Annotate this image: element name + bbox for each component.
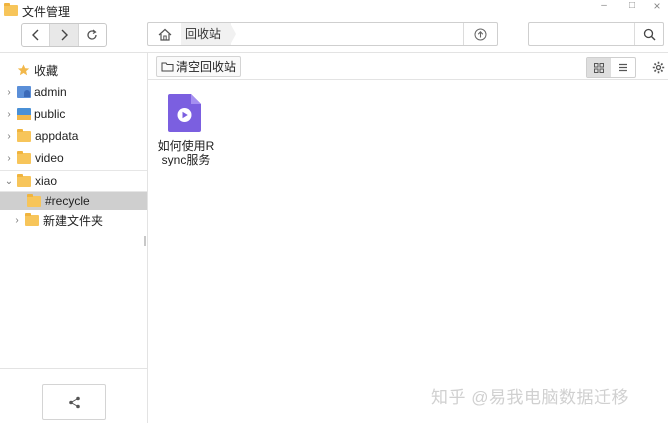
back-button[interactable] bbox=[22, 24, 51, 46]
resize-handle[interactable] bbox=[144, 236, 146, 246]
view-toggle bbox=[586, 57, 636, 78]
list-view-button[interactable] bbox=[611, 58, 635, 77]
chevron-right-icon[interactable]: › bbox=[12, 215, 22, 226]
app-folder-icon bbox=[4, 3, 18, 16]
sidebar-item-recycle[interactable]: #recycle bbox=[0, 192, 147, 210]
refresh-icon bbox=[87, 29, 97, 40]
upload-icon bbox=[474, 28, 487, 40]
user-folder-icon bbox=[17, 86, 31, 98]
navigation-buttons bbox=[21, 23, 107, 47]
sidebar-item-label: #recycle bbox=[45, 194, 90, 208]
sidebar: 收藏 › admin › public › appdata › video ⌄ … bbox=[0, 60, 147, 230]
toolbar-divider bbox=[148, 79, 668, 80]
shared-folder-icon bbox=[17, 108, 31, 120]
home-icon bbox=[158, 28, 171, 41]
sidebar-item-xiao[interactable]: ⌄ xiao bbox=[0, 170, 147, 192]
settings-button[interactable] bbox=[648, 57, 668, 77]
sidebar-item-new-folder[interactable]: › 新建文件夹 bbox=[0, 210, 147, 230]
folder-icon bbox=[17, 128, 31, 142]
gear-icon bbox=[652, 61, 664, 73]
window-title: 文件管理 bbox=[22, 5, 71, 19]
search-box bbox=[528, 22, 664, 46]
folder-icon bbox=[17, 173, 31, 187]
forward-button[interactable] bbox=[50, 24, 79, 46]
sidebar-item-label: admin bbox=[34, 85, 67, 99]
sidebar-divider[interactable] bbox=[147, 53, 148, 423]
address-bar: 回收站 bbox=[147, 22, 498, 46]
grid-view-button[interactable] bbox=[587, 58, 611, 77]
watermark: 知乎 @易我电脑数据迁移 bbox=[431, 388, 629, 407]
empty-trash-label: 清空回收站 bbox=[176, 60, 237, 74]
breadcrumb-recycle-bin[interactable]: 回收站 bbox=[181, 23, 232, 45]
list-view-icon bbox=[619, 63, 627, 72]
home-button[interactable] bbox=[148, 23, 182, 45]
chevron-right-icon[interactable]: › bbox=[4, 131, 14, 142]
search-button[interactable] bbox=[634, 23, 663, 45]
grid-view-icon bbox=[594, 62, 604, 73]
file-item[interactable]: 如何使用Rsync服务 bbox=[156, 92, 216, 166]
chevron-right-icon bbox=[61, 29, 68, 41]
sidebar-item-label: video bbox=[35, 151, 64, 165]
title-bar: 文件管理 – □ × bbox=[0, 0, 668, 20]
search-icon bbox=[643, 28, 655, 40]
sidebar-item-label: 新建文件夹 bbox=[43, 213, 104, 228]
sidebar-item-label: appdata bbox=[35, 129, 79, 143]
folder-icon bbox=[17, 150, 31, 164]
star-icon bbox=[17, 64, 30, 76]
folder-icon bbox=[25, 212, 39, 226]
sidebar-item-public[interactable]: › public bbox=[0, 104, 147, 124]
sidebar-item-label: public bbox=[34, 107, 66, 121]
minimize-button[interactable]: – bbox=[590, 0, 618, 14]
search-input[interactable] bbox=[529, 23, 641, 45]
chevron-left-icon bbox=[31, 29, 39, 41]
chevron-right-icon[interactable]: › bbox=[4, 87, 14, 98]
refresh-button[interactable] bbox=[79, 24, 106, 46]
folder-icon bbox=[27, 193, 41, 207]
sidebar-item-video[interactable]: › video bbox=[0, 148, 147, 168]
share-icon bbox=[68, 396, 80, 408]
chevron-right-icon[interactable]: › bbox=[4, 109, 14, 120]
breadcrumb-arrow bbox=[230, 23, 236, 45]
close-button[interactable]: × bbox=[643, 0, 668, 14]
video-file-icon bbox=[168, 94, 201, 132]
sidebar-item-label: xiao bbox=[35, 174, 58, 188]
folder-outline-icon bbox=[161, 62, 174, 72]
breadcrumb-label: 回收站 bbox=[185, 27, 222, 41]
go-up-button[interactable] bbox=[463, 23, 497, 45]
sidebar-item-admin[interactable]: › admin bbox=[0, 82, 147, 102]
chevron-down-icon[interactable]: ⌄ bbox=[4, 176, 14, 187]
header-divider bbox=[0, 52, 668, 53]
empty-trash-button[interactable]: 清空回收站 bbox=[156, 56, 242, 77]
sidebar-item-appdata[interactable]: › appdata bbox=[0, 126, 147, 146]
sidebar-item-favorites[interactable]: 收藏 bbox=[0, 60, 147, 80]
file-name: 如何使用Rsync服务 bbox=[157, 139, 215, 166]
sidebar-item-label: 收藏 bbox=[34, 63, 59, 78]
sidebar-footer-divider bbox=[0, 368, 147, 369]
share-button[interactable] bbox=[42, 384, 106, 420]
maximize-button[interactable]: □ bbox=[618, 0, 646, 14]
chevron-right-icon[interactable]: › bbox=[4, 153, 14, 164]
